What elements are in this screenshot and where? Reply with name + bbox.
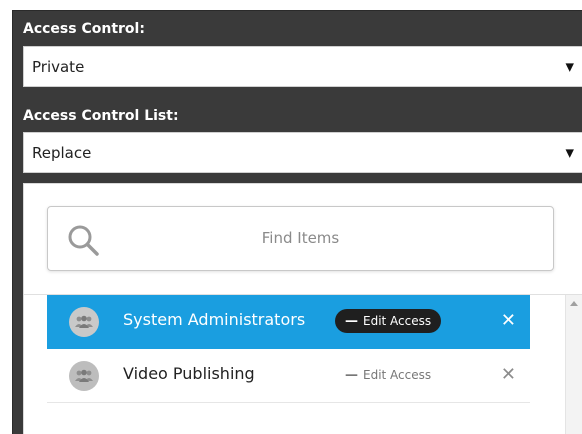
item-name: System Administrators: [123, 310, 306, 329]
caret-down-icon: ▼: [565, 60, 574, 73]
edit-access-label: Edit Access: [363, 314, 432, 328]
access-control-select[interactable]: Private ▼: [23, 46, 582, 87]
minus-icon: —: [345, 367, 358, 383]
search-input[interactable]: [108, 219, 543, 259]
access-settings-panel: Access Control: Private ▼ Access Control…: [12, 10, 582, 434]
edit-access-button[interactable]: — Edit Access: [335, 363, 441, 387]
access-control-list-select[interactable]: Replace ▼: [23, 132, 582, 173]
users-icon: [69, 307, 99, 337]
access-control-list-value: Replace: [32, 143, 92, 162]
access-list-container: Find Items System Administrators — Edit …: [23, 183, 582, 434]
access-control-value: Private: [32, 57, 85, 76]
item-name: Video Publishing: [123, 364, 255, 383]
search-icon: [68, 225, 99, 256]
find-items-search[interactable]: Find Items: [47, 206, 554, 271]
edit-access-label: Edit Access: [363, 368, 432, 382]
edit-access-button[interactable]: — Edit Access: [335, 309, 442, 333]
minus-icon: —: [345, 313, 358, 329]
close-icon[interactable]: ✕: [501, 310, 516, 331]
list-item[interactable]: Video Publishing — Edit Access ✕: [47, 349, 530, 403]
caret-down-icon: ▼: [565, 146, 574, 159]
scroll-up-icon[interactable]: [570, 301, 578, 306]
close-icon[interactable]: ✕: [501, 364, 516, 385]
access-control-label: Access Control:: [23, 21, 145, 37]
list-item[interactable]: System Administrators — Edit Access ✕: [47, 295, 530, 349]
scrollbar[interactable]: [565, 295, 582, 434]
access-control-list-label: Access Control List:: [23, 108, 179, 124]
users-icon: [69, 361, 99, 391]
